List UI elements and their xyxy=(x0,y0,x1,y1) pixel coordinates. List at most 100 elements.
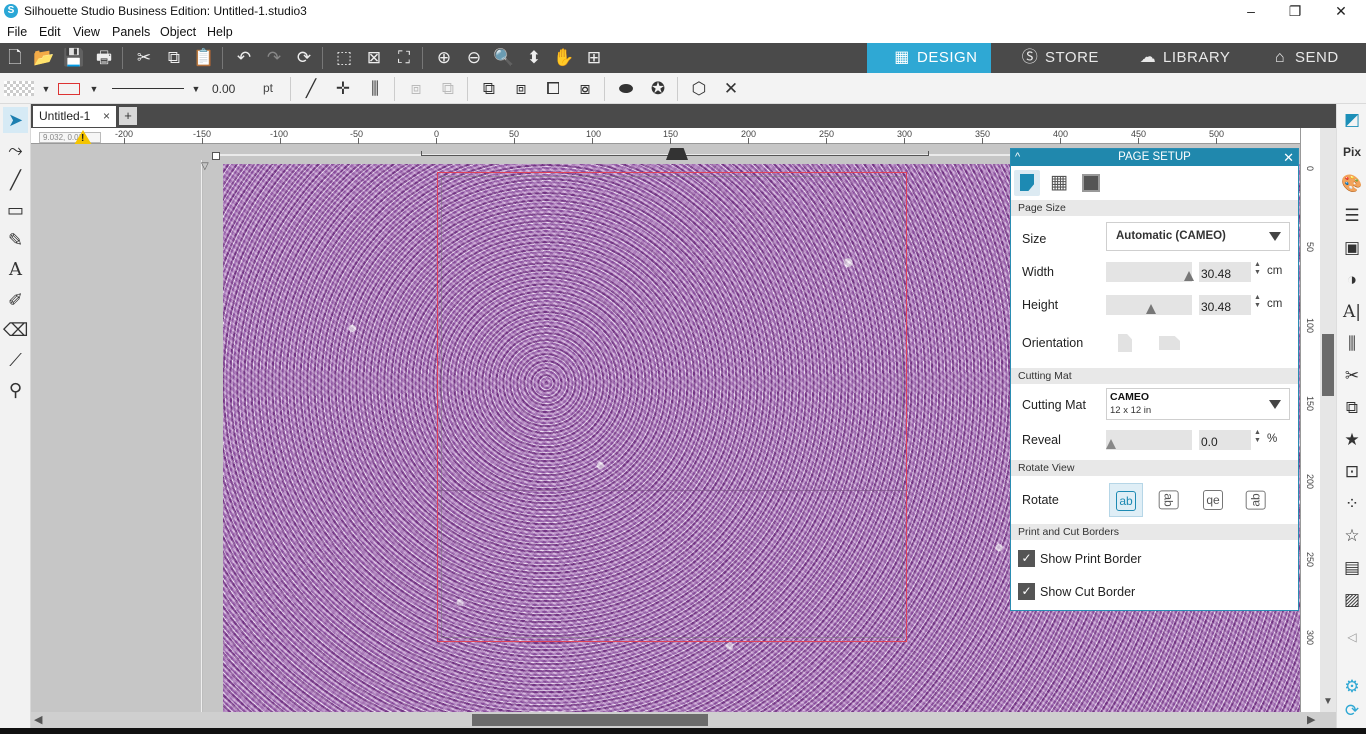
warning-icon[interactable]: ! xyxy=(74,130,92,145)
knife-icon[interactable]: ⟋ xyxy=(3,347,28,373)
undo-icon[interactable]: ↶ xyxy=(231,46,257,70)
width-slider[interactable] xyxy=(1106,262,1194,282)
horizontal-scroll-thumb[interactable] xyxy=(472,714,708,726)
zoom-out-icon[interactable]: ⊖ xyxy=(461,46,487,70)
scroll-left-icon[interactable]: ◀ xyxy=(34,713,42,726)
menu-file[interactable]: File xyxy=(7,25,27,39)
restore-button[interactable]: ❐ xyxy=(1272,0,1318,23)
rotate-270-button[interactable]: ab xyxy=(1239,483,1273,517)
add-tab-button[interactable]: + xyxy=(119,107,137,125)
pan-down-icon[interactable]: ⬍ xyxy=(521,46,547,70)
tab-design[interactable]: ▦ DESIGN xyxy=(867,43,991,73)
delete-x-icon[interactable]: ✕ xyxy=(719,77,743,101)
scroll-down-icon[interactable]: ▼ xyxy=(1323,696,1333,707)
hatch-icon[interactable]: ▨ xyxy=(1340,587,1364,613)
pixscan-icon[interactable]: Pix xyxy=(1340,139,1364,165)
group-icon[interactable]: ⧈ xyxy=(404,77,428,101)
pencil-icon[interactable]: ✎ xyxy=(3,227,28,253)
rotate-0-button[interactable]: ab xyxy=(1109,483,1143,517)
fit-page-icon[interactable]: ⊞ xyxy=(581,46,607,70)
text-style-icon[interactable]: A| xyxy=(1340,299,1364,325)
minimize-button[interactable]: – xyxy=(1228,0,1274,23)
collapse-arrow-icon[interactable]: ◁ xyxy=(1340,624,1364,650)
close-window-button[interactable]: ✕ xyxy=(1318,0,1364,23)
guide-handle-icon[interactable] xyxy=(666,148,688,160)
line-tool-icon[interactable]: ╱ xyxy=(299,77,323,101)
subtract-icon[interactable]: ⧈ xyxy=(509,77,533,101)
line-style-panel-icon[interactable]: ☰ xyxy=(1340,203,1364,229)
settings-gear-icon[interactable]: ⚙ xyxy=(1340,674,1364,700)
menu-edit[interactable]: Edit xyxy=(39,25,61,39)
contrast-icon[interactable]: ◑ xyxy=(1340,267,1364,293)
page-setup-tab-icon[interactable] xyxy=(1014,170,1040,196)
zoom-in-icon[interactable]: ⊕ xyxy=(431,46,457,70)
ungroup-icon[interactable]: ⧉ xyxy=(436,77,460,101)
line-style-dropdown-icon[interactable]: ▼ xyxy=(184,77,208,101)
save-icon[interactable]: 💾 xyxy=(61,46,87,70)
scroll-right-icon[interactable]: ▶ xyxy=(1307,713,1315,726)
open-folder-icon[interactable]: 📂 xyxy=(31,46,57,70)
intersect-icon[interactable]: ⧠ xyxy=(541,77,565,101)
reveal-input[interactable] xyxy=(1199,430,1251,450)
copy-icon[interactable]: ⧉ xyxy=(161,46,187,70)
portrait-orientation-icon[interactable] xyxy=(1118,334,1132,352)
zoom-select-icon[interactable]: 🔍 xyxy=(491,46,517,70)
tab-library[interactable]: ☁ LIBRARY xyxy=(1115,43,1243,73)
cut-icon[interactable]: ✂ xyxy=(131,46,157,70)
select-all-icon[interactable]: ⬚ xyxy=(331,46,357,70)
tab-send[interactable]: ⌂ SEND xyxy=(1243,43,1366,73)
menu-object[interactable]: Object xyxy=(160,25,196,39)
refresh-icon[interactable]: ⟳ xyxy=(291,46,317,70)
offset-icon[interactable]: ⬬ xyxy=(614,77,638,101)
line-draw-icon[interactable]: ╱ xyxy=(3,167,28,193)
height-slider[interactable] xyxy=(1106,295,1192,315)
rectangle-icon[interactable]: ▭ xyxy=(3,197,28,223)
line-weight-input[interactable] xyxy=(212,80,252,98)
guide-marker-icon[interactable]: ▽ xyxy=(201,161,209,172)
modify-icon[interactable]: ✂ xyxy=(1340,363,1364,389)
line-style-icon[interactable] xyxy=(112,88,184,89)
page-setup-close-icon[interactable]: ✕ xyxy=(1283,149,1294,166)
trace-icon[interactable]: ⊡ xyxy=(1340,459,1364,485)
select-group-icon[interactable]: ⛶ xyxy=(391,46,417,70)
move-icon[interactable]: ✛ xyxy=(331,77,355,101)
menu-help[interactable]: Help xyxy=(207,25,233,39)
corner-handle-icon[interactable] xyxy=(212,152,220,160)
select-arrow-icon[interactable]: ➤ xyxy=(3,107,28,133)
eraser-icon[interactable]: ⌫ xyxy=(3,317,28,343)
new-document-icon[interactable]: 🗋 xyxy=(2,46,28,70)
height-input[interactable] xyxy=(1199,295,1251,315)
tab-untitled-1[interactable]: Untitled-1 × xyxy=(33,106,116,127)
vertical-scrollbar[interactable]: ▼ xyxy=(1320,128,1336,712)
width-spinner-icon[interactable]: ▲ ▼ xyxy=(1254,261,1264,277)
redo-icon[interactable]: ↷ xyxy=(261,46,287,70)
line-color-swatch-icon[interactable] xyxy=(58,83,80,95)
tab-close-icon[interactable]: × xyxy=(103,109,110,123)
crop-icon[interactable]: ⧇ xyxy=(573,77,597,101)
reveal-spinner-icon[interactable]: ▲ ▼ xyxy=(1254,429,1264,445)
show-print-border-checkbox[interactable]: ✓ xyxy=(1018,550,1035,567)
align-panel-icon[interactable]: ⫼ xyxy=(1340,331,1364,357)
tab-store[interactable]: Ⓢ STORE xyxy=(991,43,1115,73)
favorites-star-icon[interactable]: ★ xyxy=(1340,427,1364,453)
grid-tab-icon[interactable]: ▦ xyxy=(1046,170,1072,196)
vertical-scroll-thumb[interactable] xyxy=(1322,334,1334,396)
registration-tab-icon[interactable] xyxy=(1078,170,1104,196)
favorite-star-icon[interactable]: ✪ xyxy=(646,77,670,101)
cutting-mat-select[interactable]: CAMEO 12 x 12 in xyxy=(1106,388,1290,420)
align-icon[interactable]: ⫼ xyxy=(363,77,387,101)
collapse-chevron-icon[interactable]: ^ xyxy=(1015,149,1020,166)
width-slider-knob[interactable] xyxy=(1184,271,1194,281)
size-select[interactable]: Automatic (CAMEO) xyxy=(1106,222,1290,251)
rotate-90-button[interactable]: ab xyxy=(1152,483,1186,517)
line-color-dropdown-icon[interactable]: ▼ xyxy=(82,77,106,101)
horizontal-scrollbar[interactable]: ◀ ▶ xyxy=(31,712,1336,728)
deselect-icon[interactable]: ⊠ xyxy=(361,46,387,70)
eyedropper-icon[interactable]: ⚲ xyxy=(3,377,28,403)
height-spinner-icon[interactable]: ▲ ▼ xyxy=(1254,294,1264,310)
menu-panels[interactable]: Panels xyxy=(112,25,150,39)
sketch-icon[interactable]: ✐ xyxy=(3,287,28,313)
reveal-slider[interactable] xyxy=(1106,430,1192,450)
text-tool-icon[interactable]: A xyxy=(3,257,28,283)
landscape-orientation-icon[interactable] xyxy=(1159,336,1180,350)
